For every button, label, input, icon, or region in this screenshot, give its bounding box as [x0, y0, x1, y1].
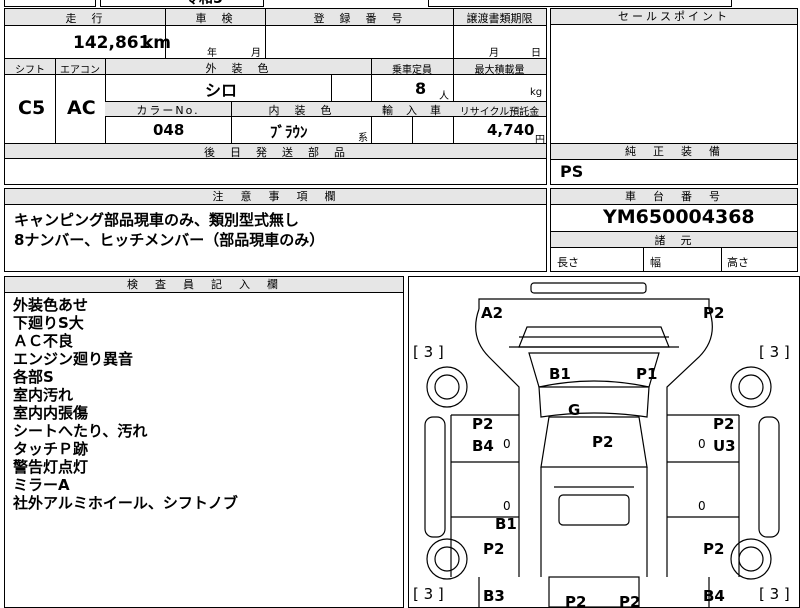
mark-b1-hood: B1 [549, 365, 571, 383]
top-strip-left [4, 0, 96, 7]
mark-zero-r2: 0 [698, 499, 706, 513]
capacity-unit: 人 [439, 91, 449, 102]
chassis-value: YM650004368 [603, 206, 755, 228]
equipment-value: PS [560, 162, 584, 181]
transfer-label: 譲渡書類期限 [466, 12, 533, 25]
mark-p2-rear-center-1: P2 [565, 593, 587, 608]
color-no-value: 048 [153, 121, 185, 139]
mark-p2-fr-door: P2 [713, 415, 735, 433]
mileage-unit: km [142, 33, 172, 53]
mark-p2-fl-door: P2 [472, 415, 494, 433]
shift-label: シフト [15, 65, 45, 76]
capacity-value: 8 [415, 79, 427, 98]
color-no-label: カラーNo. [136, 104, 200, 117]
shift-value: C5 [18, 97, 46, 119]
interior-suffix: 系 [358, 133, 368, 144]
mark-g-windshield: G [568, 401, 581, 419]
mark-a2-front-left: A2 [481, 304, 504, 322]
vehicle-info-table: 走 行 車 検 登 録 番 号 譲渡書類期限 142,861 km 年 月 月 … [4, 8, 547, 185]
length-label: 長さ [557, 256, 579, 269]
mark-p1-hood: P1 [636, 365, 658, 383]
tire-mark-rear-right: [ 3 ] [759, 585, 790, 603]
mark-p2-rear-left: P2 [483, 540, 505, 558]
top-strip-mid [100, 0, 264, 7]
mark-zero-l1: 0 [503, 437, 511, 451]
top-strip-right [428, 0, 732, 7]
sales-point-label: セールスポイント [551, 9, 797, 25]
mileage-value: 142,861 [73, 33, 151, 53]
ac-label: エアコン [60, 65, 100, 76]
chassis-panel: 車 台 番 号 YM650004368 諸 元 長さ 幅 高さ [550, 188, 798, 272]
loadmax-unit: kg [530, 87, 543, 98]
mark-zero-r1: 0 [698, 437, 706, 451]
mark-b3-rear-left: B3 [483, 587, 505, 605]
mark-b4-fl-door: B4 [472, 437, 494, 455]
equipment-label: 純 正 装 備 [551, 144, 797, 160]
loadmax-label: 最大積載量 [474, 65, 525, 76]
car-diagram-panel: [ 3 ] [ 3 ] [ 3 ] [ 3 ] A2 P2 B1 P1 G P2… [408, 276, 800, 608]
recycle-value: 4,740 [487, 121, 535, 139]
notes-line-2: 8ナンバー、ヒッチメンバー（部品現車のみ） [14, 231, 325, 249]
equipment-panel: 純 正 装 備 PS [550, 143, 798, 185]
transfer-day-unit: 日 [531, 48, 541, 59]
interior-value: ﾌﾞﾗｳﾝ [270, 123, 308, 141]
mark-p2-front-right: P2 [703, 304, 725, 322]
inspector-label: 検 査 員 記 入 欄 [5, 277, 403, 293]
notes-panel: 注 意 事 項 欄 キャンピング部品現車のみ、類別型式無し 8ナンバー、ヒッチメ… [4, 188, 547, 272]
mark-p2-rear-right: P2 [703, 540, 725, 558]
inspection-month-unit: 月 [251, 48, 261, 59]
mark-p2-rear-center-2: P2 [619, 593, 641, 608]
inspector-panel: 検 査 員 記 入 欄 外装色あせ 下廻りS大 ＡＣ不良 エンジン廻り異音 各部… [4, 276, 404, 608]
transfer-month-unit: 月 [489, 48, 499, 59]
notes-label: 注 意 事 項 欄 [5, 189, 546, 205]
inspection-label: 車 検 [195, 12, 235, 25]
tire-mark-rear-left: [ 3 ] [413, 585, 444, 603]
mark-zero-l2: 0 [503, 499, 511, 513]
later-parts-label: 後 日 発 送 部 品 [204, 146, 347, 159]
top-strip-text: 令和5 [185, 0, 223, 8]
tire-mark-front-right: [ 3 ] [759, 343, 790, 361]
mark-u3-fr-door: U3 [713, 437, 736, 455]
tire-mark-front-left: [ 3 ] [413, 343, 444, 361]
inspector-line-12: 社外アルミホイール、シフトノブ [13, 494, 238, 512]
mark-b4-rear-right: B4 [703, 587, 725, 605]
sales-point-panel: セールスポイント [550, 8, 798, 153]
mark-p2-roof: P2 [592, 433, 614, 451]
chassis-label: 車 台 番 号 [551, 189, 797, 205]
height-label: 高さ [727, 256, 749, 269]
inspection-year-unit: 年 [207, 48, 217, 59]
registration-label: 登 録 番 号 [313, 12, 405, 25]
width-label: 幅 [650, 256, 661, 269]
capacity-label: 乗車定員 [392, 65, 432, 76]
recycle-label: リサイクル預託金 [459, 107, 540, 118]
dims-label: 諸 元 [654, 234, 694, 247]
ac-value: AC [67, 97, 96, 119]
mark-b1-left-rocker: B1 [495, 515, 517, 533]
mileage-label: 走 行 [65, 12, 105, 25]
exterior-value: シロ [205, 81, 238, 100]
interior-label: 内 装 色 [268, 104, 334, 117]
notes-line-1: キャンピング部品現車のみ、類別型式無し [14, 211, 300, 229]
